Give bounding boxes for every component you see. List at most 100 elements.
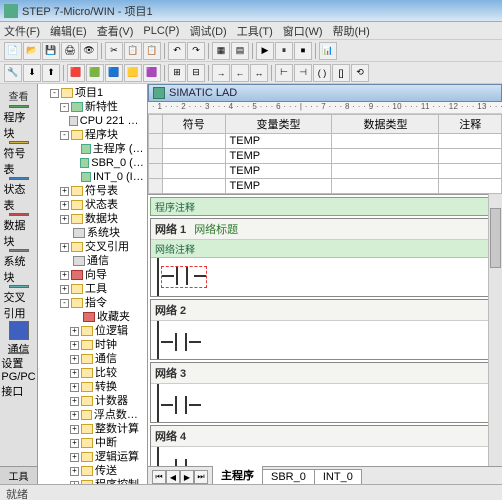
- toolbar-button[interactable]: ⬆: [42, 64, 60, 82]
- toolbar-button[interactable]: 🔧: [4, 64, 22, 82]
- table-cell[interactable]: [439, 179, 502, 194]
- tab-nav-button[interactable]: ⏭: [194, 470, 208, 484]
- var-declaration-table[interactable]: 符号变量类型数据类型注释TEMPTEMPTEMPTEMP: [148, 114, 502, 194]
- network-title[interactable]: 网络 3: [151, 363, 499, 384]
- ladder-editor-body[interactable]: 程序注释网络 1网络标题网络注释网络 2网络 3网络 4网络 5: [148, 194, 502, 466]
- menu-item[interactable]: 工具(T): [237, 23, 273, 39]
- network-block[interactable]: 网络 1网络标题网络注释: [150, 218, 500, 297]
- toolbar-button[interactable]: ⊣: [294, 64, 312, 82]
- menu-item[interactable]: 查看(V): [97, 23, 134, 39]
- tree-expander-icon[interactable]: +: [70, 453, 79, 462]
- tree-expander-icon[interactable]: -: [60, 103, 69, 112]
- tree-item[interactable]: 通信: [60, 254, 145, 268]
- toolbar-button[interactable]: ▦: [212, 42, 230, 60]
- toolbar-button[interactable]: 🟩: [86, 64, 104, 82]
- menu-item[interactable]: 帮助(H): [333, 23, 370, 39]
- tree-item[interactable]: -程序块: [60, 128, 145, 142]
- toolbar-button[interactable]: ⏹: [294, 42, 312, 60]
- table-row[interactable]: TEMP: [149, 149, 502, 164]
- tree-expander-icon[interactable]: +: [70, 355, 79, 364]
- toolbar-button[interactable]: 📋: [124, 42, 142, 60]
- table-cell[interactable]: [163, 149, 226, 164]
- nav-item[interactable]: 数据块: [4, 213, 34, 249]
- tree-item[interactable]: -新特性: [60, 100, 145, 114]
- tree-expander-icon[interactable]: +: [70, 425, 79, 434]
- tree-item[interactable]: +逻辑运算: [70, 450, 145, 464]
- tree-item[interactable]: +浮点数计算: [70, 408, 145, 422]
- tree-item[interactable]: +通信: [70, 352, 145, 366]
- editor-tab[interactable]: SBR_0: [262, 469, 315, 484]
- toolbar-button[interactable]: ←: [231, 64, 249, 82]
- table-row[interactable]: TEMP: [149, 134, 502, 149]
- tree-expander-icon[interactable]: +: [60, 201, 69, 210]
- tree-item[interactable]: +工具: [60, 282, 145, 296]
- table-cell[interactable]: [163, 164, 226, 179]
- network-title[interactable]: 网络 4: [151, 426, 499, 447]
- table-cell[interactable]: [163, 179, 226, 194]
- toolbar-button[interactable]: 🟪: [143, 64, 161, 82]
- toolbar-button[interactable]: 📊: [319, 42, 337, 60]
- table-cell[interactable]: [163, 134, 226, 149]
- table-cell[interactable]: [332, 179, 439, 194]
- program-comment[interactable]: 程序注释: [150, 197, 500, 216]
- toolbar-button[interactable]: ▤: [231, 42, 249, 60]
- toolbar-button[interactable]: ↶: [168, 42, 186, 60]
- table-cell[interactable]: [332, 134, 439, 149]
- table-cell[interactable]: TEMP: [225, 179, 332, 194]
- menu-item[interactable]: 窗口(W): [283, 23, 323, 39]
- toolbar-button[interactable]: 💾: [42, 42, 60, 60]
- menu-item[interactable]: PLC(P): [143, 25, 179, 37]
- network-block[interactable]: 网络 4: [150, 425, 500, 466]
- toolbar-button[interactable]: ↔: [250, 64, 268, 82]
- tree-item[interactable]: +中断: [70, 436, 145, 450]
- tree-item[interactable]: +位逻辑: [70, 324, 145, 338]
- contact-symbol[interactable]: [161, 266, 207, 288]
- nav-item[interactable]: 交叉引用: [4, 285, 34, 321]
- network-block[interactable]: 网络 3: [150, 362, 500, 423]
- nav-panel-bottom[interactable]: 工具: [0, 466, 37, 484]
- table-cell[interactable]: [439, 149, 502, 164]
- toolbar-button[interactable]: ( ): [313, 64, 331, 82]
- vertical-scrollbar[interactable]: [488, 194, 502, 466]
- editor-tab[interactable]: INT_0: [314, 469, 362, 484]
- tree-item[interactable]: +转换: [70, 380, 145, 394]
- menu-item[interactable]: 编辑(E): [50, 23, 87, 39]
- tree-item[interactable]: +计数器: [70, 394, 145, 408]
- nav-item[interactable]: 设置 PG/PC 接口: [4, 357, 34, 393]
- toolbar-button[interactable]: []: [332, 64, 350, 82]
- network-comment[interactable]: 网络注释: [151, 240, 499, 258]
- table-cell[interactable]: TEMP: [225, 149, 332, 164]
- table-cell[interactable]: TEMP: [225, 134, 332, 149]
- nav-item[interactable]: 程序块: [4, 105, 34, 141]
- table-cell[interactable]: [439, 134, 502, 149]
- tree-expander-icon[interactable]: +: [70, 397, 79, 406]
- toolbar-button[interactable]: ⊞: [168, 64, 186, 82]
- tree-item[interactable]: +交叉引用: [60, 240, 145, 254]
- tree-item[interactable]: 主程序 (OB1): [70, 142, 145, 156]
- toolbar-button[interactable]: ▶: [256, 42, 274, 60]
- toolbar-button[interactable]: ⊢: [275, 64, 293, 82]
- tree-expander-icon[interactable]: +: [70, 411, 79, 420]
- tree-expander-icon[interactable]: -: [60, 299, 69, 308]
- contact-symbol[interactable]: [161, 396, 201, 414]
- tree-item[interactable]: +向导: [60, 268, 145, 282]
- table-cell[interactable]: [332, 149, 439, 164]
- toolbar-button[interactable]: ↷: [187, 42, 205, 60]
- tree-item[interactable]: +比较: [70, 366, 145, 380]
- toolbar-button[interactable]: 🖨: [61, 42, 79, 60]
- ladder-rung[interactable]: [151, 321, 499, 359]
- network-title[interactable]: 网络 2: [151, 300, 499, 321]
- contact-symbol[interactable]: [161, 459, 201, 466]
- nav-item[interactable]: 符号表: [4, 141, 34, 177]
- table-cell[interactable]: [439, 164, 502, 179]
- network-title[interactable]: 网络 1网络标题: [151, 219, 499, 240]
- scrollbar-thumb[interactable]: [490, 208, 501, 268]
- toolbar-button[interactable]: 👁: [80, 42, 98, 60]
- tree-item[interactable]: +符号表: [60, 184, 145, 198]
- tree-expander-icon[interactable]: -: [50, 89, 59, 98]
- table-cell[interactable]: [332, 164, 439, 179]
- tree-item[interactable]: +状态表: [60, 198, 145, 212]
- tree-expander-icon[interactable]: +: [60, 271, 69, 280]
- toolbar-button[interactable]: ⏸: [275, 42, 293, 60]
- toolbar-button[interactable]: ✂: [105, 42, 123, 60]
